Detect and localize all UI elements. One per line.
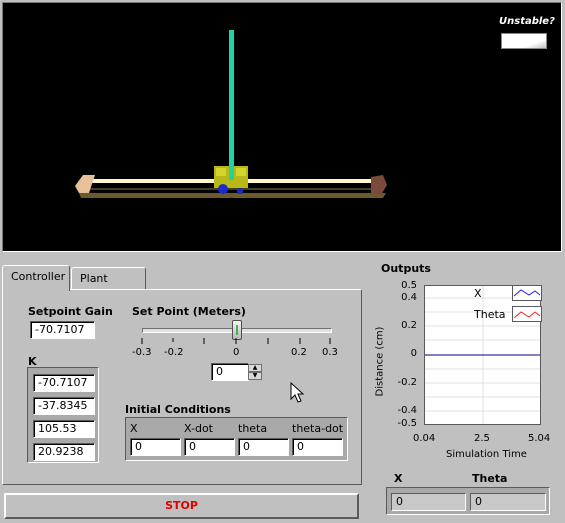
legend-theta-label: Theta xyxy=(474,308,506,321)
ic-xdot-label: X-dot xyxy=(184,422,213,435)
slider-tick-label: 0.2 xyxy=(291,347,307,358)
ic-x-field[interactable]: 0 xyxy=(130,438,181,456)
track-base xyxy=(79,193,386,198)
ic-thetadot-label: theta-dot xyxy=(292,422,344,435)
unstable-label: Unstable? xyxy=(499,16,555,27)
ic-thetadot-field[interactable]: 0 xyxy=(292,438,343,456)
unstable-indicator xyxy=(501,33,547,49)
y-tick-label: -0.4 xyxy=(397,405,417,416)
tab-controller[interactable]: Controller xyxy=(2,265,70,291)
initial-conditions-label: Initial Conditions xyxy=(125,403,231,416)
x-axis-label: Simulation Time xyxy=(446,449,527,460)
set-point-input[interactable]: 0 xyxy=(211,363,249,381)
stop-button[interactable]: STOP xyxy=(4,493,359,519)
ic-theta-label: theta xyxy=(238,422,268,435)
y-tick-label: 0.5 xyxy=(401,280,417,291)
legend-x-swatch[interactable] xyxy=(512,285,542,301)
outputs-title: Outputs xyxy=(381,262,431,275)
set-point-slider-thumb[interactable] xyxy=(232,320,242,340)
k-field-1[interactable]: -70.7107 xyxy=(33,374,95,392)
ic-x-label: X xyxy=(130,422,138,435)
tab-plant-model[interactable]: Plant Model xyxy=(71,267,146,307)
y-tick-label: 0 xyxy=(410,348,417,359)
ic-xdot-field[interactable]: 0 xyxy=(184,438,235,456)
y-tick-label: -0.5 xyxy=(397,418,417,429)
setpoint-gain-field[interactable]: -70.7107 xyxy=(30,321,95,339)
x-tick-label: 2.5 xyxy=(474,433,490,444)
x-output-label: X xyxy=(394,472,403,485)
slider-tick-label: 0.3 xyxy=(322,347,338,358)
slider-tick-label: -0.3 xyxy=(132,347,152,358)
legend-x-label: X xyxy=(474,287,482,300)
set-point-spinner[interactable]: ▲ ▼ xyxy=(248,364,262,380)
slider-tick-marks xyxy=(141,338,331,344)
ic-theta-field[interactable]: 0 xyxy=(238,438,289,456)
y-tick-label: 0.4 xyxy=(401,292,417,303)
x-tick-label: 0.04 xyxy=(413,433,436,444)
x-tick-label: 5.04 xyxy=(528,433,551,444)
k-field-3[interactable]: 105.53 xyxy=(33,420,95,438)
mouse-cursor-icon xyxy=(290,382,304,403)
spin-down-icon[interactable]: ▼ xyxy=(248,372,262,380)
legend-theta-swatch[interactable] xyxy=(512,306,542,322)
x-output-value: 0 xyxy=(391,493,466,511)
setpoint-gain-label: Setpoint Gain xyxy=(28,305,113,318)
theta-output-label: Theta xyxy=(472,472,508,485)
set-point-label: Set Point (Meters) xyxy=(132,305,246,318)
k-field-2[interactable]: -37.8345 xyxy=(33,397,95,415)
k-field-4[interactable]: 20.9238 xyxy=(33,443,95,461)
simulation-viewport: Unstable? xyxy=(2,2,562,252)
slider-tick-label: 0 xyxy=(233,347,240,358)
theta-output-value: 0 xyxy=(470,493,546,511)
slider-tick-label: -0.2 xyxy=(164,347,184,358)
pendulum-rod xyxy=(229,30,234,180)
right-end-stop xyxy=(371,175,387,195)
cart-pendulum-scene xyxy=(75,30,387,198)
left-end-stop xyxy=(75,175,95,193)
cart-wheel-right xyxy=(237,188,243,194)
y-tick-label: 0.2 xyxy=(401,320,417,331)
y-tick-label: -0.2 xyxy=(397,377,417,388)
cart-wheel-left xyxy=(218,184,228,194)
spin-up-icon[interactable]: ▲ xyxy=(248,364,262,372)
